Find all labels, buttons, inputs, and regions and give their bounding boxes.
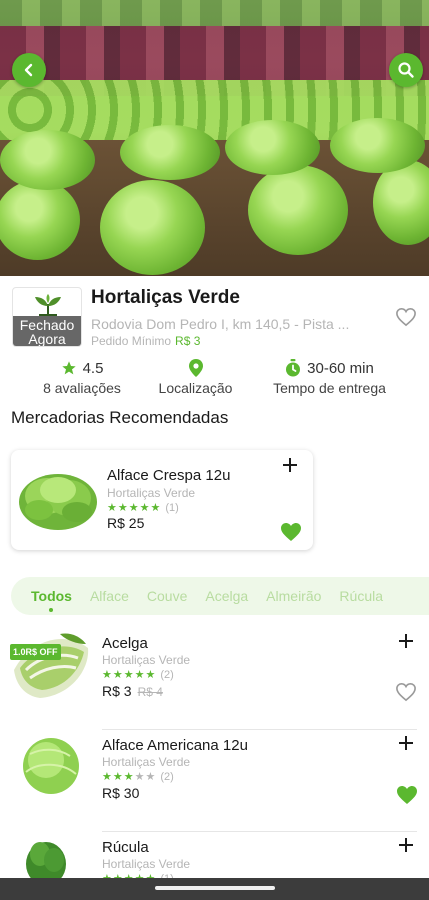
search-icon (398, 62, 414, 78)
store-logo: Fechado Agora (12, 287, 82, 347)
product-rating: ★★★★★ (2) (102, 770, 174, 783)
old-price: R$ 4 (137, 685, 163, 699)
minimum-order-label: Pedido Mínimo (91, 334, 172, 348)
recommended-product-card[interactable]: Alface Crespa 12u Hortaliças Verde ★★★★★… (11, 450, 313, 550)
delivery-time-value: 30-60 min (307, 359, 374, 377)
store-location[interactable]: Localização (148, 358, 243, 396)
rating-count: (2) (160, 669, 174, 681)
rating-value: 4.5 (82, 359, 104, 377)
plus-icon (399, 736, 413, 750)
plus-icon (283, 458, 297, 472)
current-price: R$ 3 (102, 683, 132, 699)
current-price: R$ 30 (102, 785, 140, 801)
tab-acelga[interactable]: Acelga (205, 588, 248, 604)
product-store: Hortaliças Verde (102, 755, 191, 769)
store-status-overlay: Fechado Agora (13, 316, 81, 346)
favorite-button[interactable] (279, 521, 303, 548)
arrow-left-icon (24, 63, 33, 77)
plus-icon (399, 838, 413, 852)
search-button[interactable] (389, 53, 423, 87)
store-address: Rodovia Dom Pedro I, km 140,5 - Pista ..… (91, 316, 350, 332)
star-icon (61, 361, 76, 375)
divider (102, 831, 417, 832)
delivery-time-label: Tempo de entrega (273, 380, 386, 396)
tab-almeirao[interactable]: Almeirão (266, 588, 321, 604)
product-item[interactable]: Alface Americana 12u Hortaliças Verde ★★… (0, 732, 429, 832)
recommended-section-title: Mercadorias Recomendadas (11, 408, 229, 427)
heart-outline-icon (396, 307, 416, 327)
back-button[interactable] (12, 53, 46, 87)
tab-rucula[interactable]: Rúcula (339, 588, 383, 604)
minimum-order-value: R$ 3 (175, 334, 201, 348)
heart-outline-icon (396, 682, 416, 702)
recommended-product-rating: ★★★★★ (1) (107, 501, 179, 514)
home-gesture-bar[interactable] (155, 886, 275, 890)
rating-count: (2) (160, 771, 174, 783)
product-store: Hortaliças Verde (102, 857, 191, 871)
recommended-product-name: Alface Crespa 12u (107, 467, 231, 484)
recommended-product-price: R$ 25 (107, 515, 145, 531)
plant-logo-icon (35, 294, 61, 316)
product-rating: ★★★★★ (2) (102, 668, 174, 681)
stopwatch-icon (286, 359, 301, 377)
product-price: R$ 30 (102, 785, 139, 801)
heart-filled-icon (281, 523, 301, 541)
lettuce-product-image (19, 474, 97, 530)
product-name: Rúcula (102, 839, 149, 856)
add-to-cart-button[interactable] (397, 632, 415, 655)
divider (102, 729, 417, 730)
rating-stars-filled: ★★★ (102, 771, 135, 783)
add-to-cart-button[interactable] (281, 456, 299, 479)
tab-couve[interactable]: Couve (147, 588, 187, 604)
add-to-cart-button[interactable] (397, 836, 415, 859)
store-cover-image (0, 0, 429, 276)
chard-product-image (14, 633, 89, 698)
store-rating[interactable]: 4.5 8 avaliações (32, 358, 132, 397)
add-to-cart-button[interactable] (397, 734, 415, 757)
location-pin-icon (188, 359, 203, 377)
favorite-button[interactable] (395, 784, 419, 811)
product-name: Acelga (102, 635, 148, 652)
product-name: Alface Americana 12u (102, 737, 248, 754)
product-item[interactable]: 1.0R$ OFF Acelga Hortaliças Verde ★★★★★(… (0, 630, 429, 730)
heart-filled-icon (397, 786, 417, 804)
iceberg-lettuce-image (23, 738, 79, 794)
product-store: Hortaliças Verde (102, 653, 191, 667)
plus-icon (399, 634, 413, 648)
tab-todos[interactable]: Todos (31, 588, 72, 612)
rating-stars-empty: ★★ (134, 771, 157, 783)
delivery-time: 30-60 min Tempo de entrega (262, 358, 397, 396)
minimum-order: Pedido Mínimo R$ 3 (91, 334, 200, 348)
favorite-button[interactable] (395, 682, 417, 707)
favorite-store-button[interactable] (395, 307, 417, 332)
rating-count: (1) (165, 502, 179, 514)
recommended-product-store: Hortaliças Verde (107, 486, 196, 500)
reviews-count: 8 avaliações (43, 380, 121, 396)
store-name: Hortaliças Verde (91, 287, 240, 308)
rating-stars-filled: ★★★★★ (102, 669, 157, 681)
product-price: R$ 3 R$ 4 (102, 683, 163, 699)
category-tabs: Todos Alface Couve Acelga Almeirão Rúcul… (11, 577, 429, 615)
location-label: Localização (158, 380, 233, 396)
discount-badge: 1.0R$ OFF (10, 644, 61, 660)
system-navigation-bar (0, 878, 429, 900)
rating-stars: ★★★★★ (107, 502, 162, 514)
tab-alface[interactable]: Alface (90, 588, 129, 604)
